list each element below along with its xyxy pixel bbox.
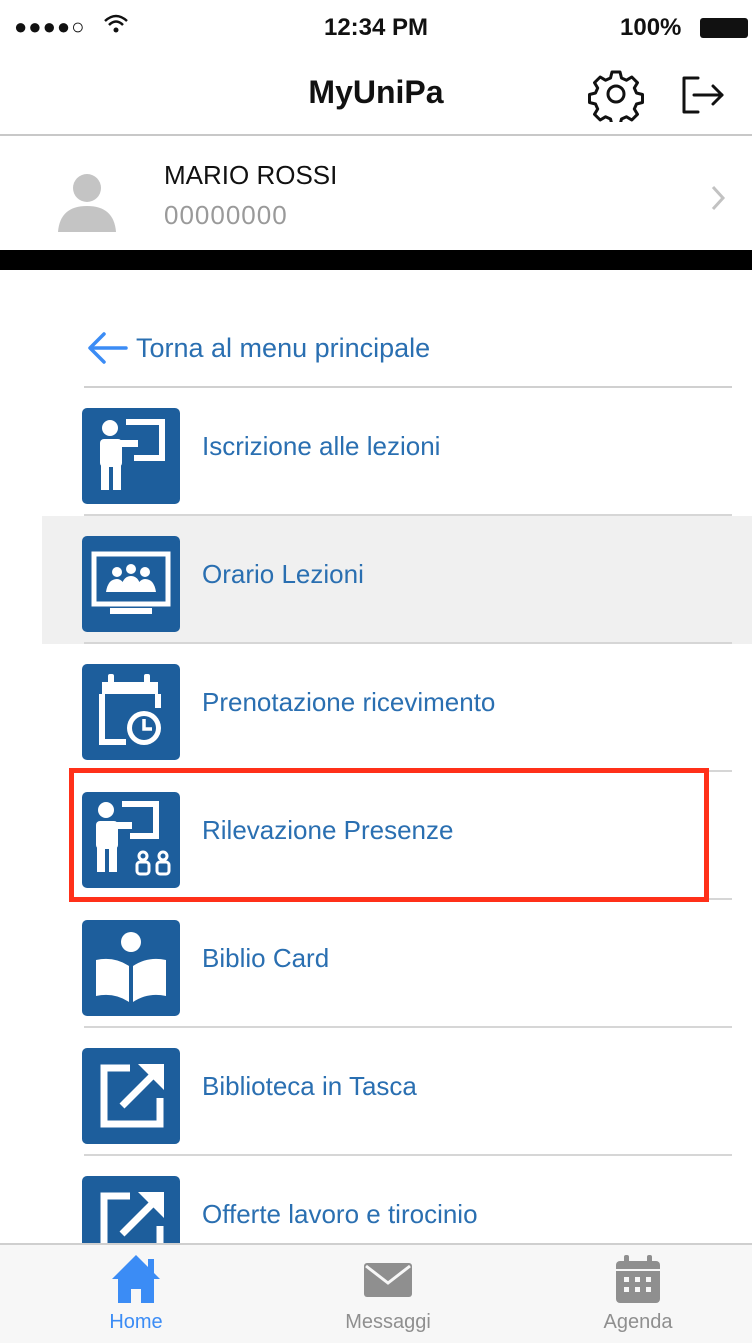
classroom-icon xyxy=(82,536,180,632)
status-bar: ●●●●○ 12:34 PM 100% xyxy=(0,0,752,56)
battery-percent: 100% xyxy=(620,14,682,41)
back-link-label: Torna al menu principale xyxy=(136,332,431,363)
external-link-icon xyxy=(82,1048,180,1144)
calendar-icon xyxy=(616,1255,660,1303)
logout-button[interactable] xyxy=(676,68,732,124)
menu-item-prenotazione-ricevimento[interactable]: Prenotazione ricevimento xyxy=(42,644,752,772)
battery-icon xyxy=(700,18,748,38)
settings-button[interactable] xyxy=(588,66,644,127)
back-to-main-menu-link[interactable]: Torna al menu principale xyxy=(86,326,430,370)
avatar xyxy=(52,166,122,236)
menu-item-iscrizione-lezioni[interactable]: Iscrizione alle lezioni xyxy=(42,388,752,516)
home-icon xyxy=(112,1255,160,1303)
tab-label: Messaggi xyxy=(345,1311,431,1333)
arrow-left-icon xyxy=(88,332,128,364)
profile-row[interactable]: MARIO ROSSI 00000000 xyxy=(0,134,752,252)
gear-icon xyxy=(588,70,644,127)
separator-bar xyxy=(0,250,752,270)
menu-item-label: Iscrizione alle lezioni xyxy=(202,431,441,461)
logout-icon xyxy=(682,76,724,114)
tab-label: Home xyxy=(109,1311,163,1333)
teacher-board-icon xyxy=(82,408,180,504)
profile-id: 00000000 xyxy=(164,200,288,230)
menu-item-label: Biblio Card xyxy=(202,943,330,973)
tab-agenda[interactable]: Agenda xyxy=(558,1245,718,1343)
book-reader-icon xyxy=(82,920,180,1016)
chevron-right-icon xyxy=(710,184,726,217)
menu-item-biblioteca-in-tasca[interactable]: Biblioteca in Tasca xyxy=(42,1028,752,1156)
tab-label: Agenda xyxy=(603,1311,673,1333)
menu-item-label: Orario Lezioni xyxy=(202,559,364,589)
menu-item-label: Offerte lavoro e tirocinio xyxy=(202,1199,478,1229)
menu-item-biblio-card[interactable]: Biblio Card xyxy=(42,900,752,1028)
tab-home[interactable]: Home xyxy=(56,1245,216,1343)
menu-item-orario-lezioni[interactable]: Orario Lezioni xyxy=(42,516,752,644)
menu-item-label: Biblioteca in Tasca xyxy=(202,1071,417,1101)
tab-bar: Home Messaggi Agenda xyxy=(0,1243,752,1343)
calendar-clock-icon xyxy=(82,664,180,760)
envelope-icon xyxy=(364,1263,412,1297)
user-icon xyxy=(58,174,116,232)
highlight-annotation xyxy=(69,768,709,902)
menu-item-label: Prenotazione ricevimento xyxy=(202,687,496,717)
profile-name: MARIO ROSSI xyxy=(164,160,338,190)
tab-messaggi[interactable]: Messaggi xyxy=(308,1245,468,1343)
